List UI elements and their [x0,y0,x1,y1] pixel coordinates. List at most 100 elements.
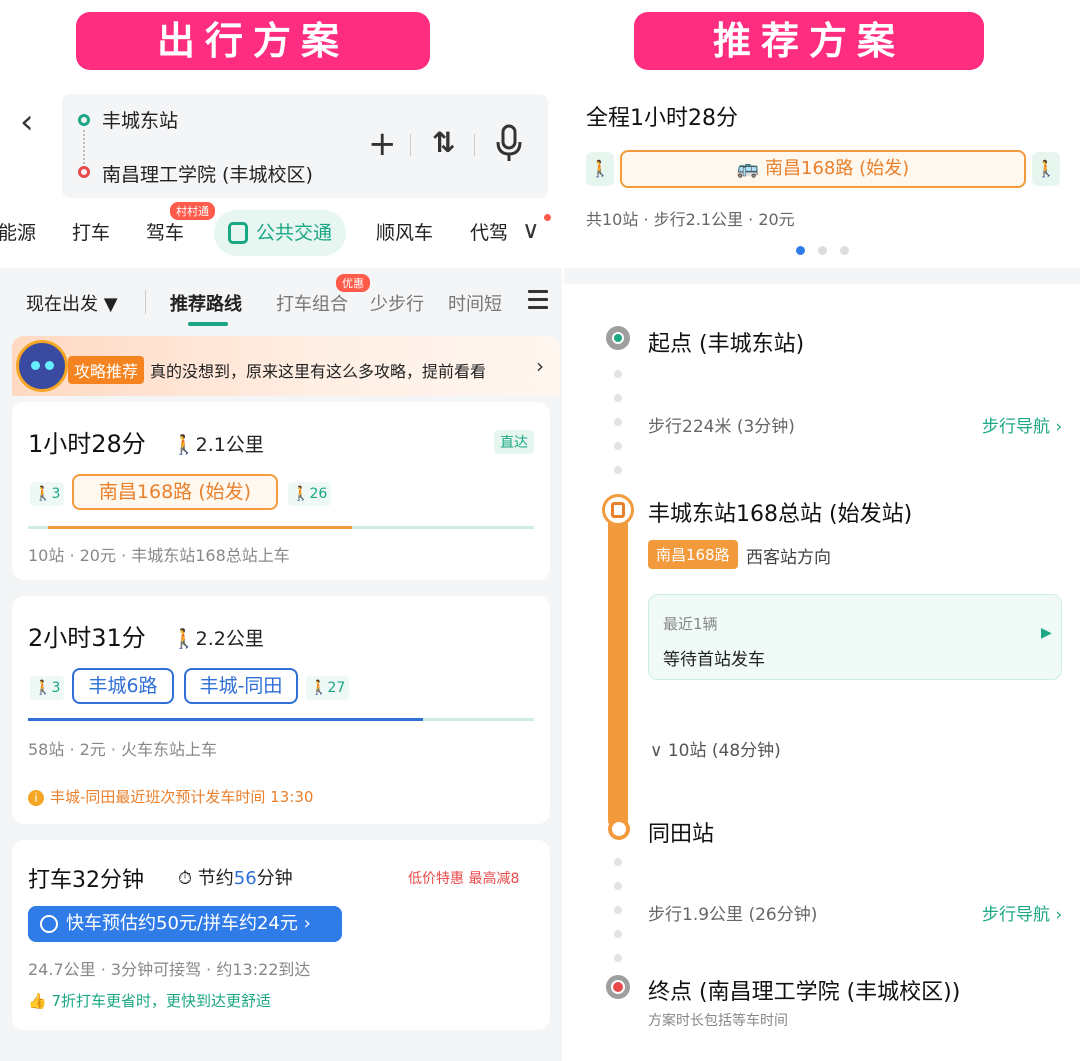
start-point: 起点 (丰城东站) [648,332,805,357]
bus-ride-bar [608,514,628,830]
notification-dot [544,214,551,221]
timeline-dot [614,930,622,938]
route-options-panel: 出行方案 ‹ 丰城东站 南昌理工学院 (丰城校区) + ⇅ 能源 打车 驾车 村… [0,0,562,1061]
tab-taxi[interactable]: 打车 [72,218,110,245]
taxi-tip: 👍 7折打车更省时，更快到达更舒适 [28,992,271,1010]
robot-mascot-icon [16,340,68,392]
divider [145,290,146,314]
walk-chip: 🚶3 [30,482,65,506]
direct-tag: 直达 [494,430,534,454]
guide-text: 真的没想到，原来这里有这么多攻略，提前看看 [150,362,487,381]
bus-line-bar[interactable]: 🚌 南昌168路 (始发) [620,150,1026,188]
route-connector [83,130,85,164]
divider [410,134,411,156]
timeline-dot [614,370,622,378]
destination-icon [606,975,630,999]
walk-icon: 🚶 [586,152,614,186]
info-icon: i [28,790,44,806]
taxi-meta: 24.7公里 · 3分钟可接驾 · 约13:22到达 [28,960,311,979]
alight-stop: 同田站 [648,822,715,847]
origin-field[interactable]: 丰城东站 [102,106,178,133]
route-summary: 共10站 · 步行2.1公里 · 20元 [586,210,795,229]
route-meta: 58站 · 2元 · 火车东站上车 [28,740,218,759]
bus-icon [228,222,248,244]
departure-notice: i 丰城-同田最近班次预计发车时间 13:30 [28,786,313,807]
tab-public-transit-label: 公共交通 [256,222,333,244]
total-duration: 全程1小时28分 [586,106,738,131]
swap-icon[interactable]: ⇅ [432,126,455,159]
origin-dot-icon [78,114,90,126]
bus-line-chip[interactable]: 丰城-同田 [184,668,298,704]
walk-segment: 步行1.9公里 (26分钟) [648,905,818,925]
filter-less-walking[interactable]: 少步行 [370,290,424,316]
line-direction: 西客站方向 [746,548,831,568]
chevron-right-icon: ▶ [1041,625,1052,641]
back-icon[interactable]: ‹ [20,102,34,142]
end-point: 终点 (南昌理工学院 (丰城校区)) [648,980,961,1005]
microphone-icon[interactable] [494,124,524,164]
timeline-dot [614,394,622,402]
route-duration: 2小时31分 [28,624,146,652]
line-badge: 南昌168路 [648,540,738,569]
timeline-dot [614,858,622,866]
boarding-stop: 丰城东站168总站 (始发站) [648,502,913,527]
route-card[interactable]: 2小时31分 🚶2.2公里 🚶3 丰城6路 丰城-同田 🚶27 58站 · 2元… [12,596,550,824]
banner-route-options: 出行方案 [76,12,430,70]
bus-line-chip[interactable]: 丰城6路 [72,668,174,704]
timeline-dot [614,882,622,890]
page-indicator[interactable] [840,246,849,255]
walk-chip: 🚶26 [288,482,332,506]
bus-line-chip[interactable]: 南昌168路 (始发) [72,474,278,510]
route-progress-bar [28,718,534,721]
next-bus-box[interactable]: 最近1辆 等待首站发车 ▶ [648,594,1062,680]
tab-new-energy[interactable]: 能源 [0,218,36,245]
guide-recommendation-strip[interactable]: 攻略推荐 真的没想到，原来这里有这么多攻略，提前看看 › [12,336,560,396]
duration-note: 方案时长包括等车时间 [648,1013,788,1029]
walk-navigation-link[interactable]: 步行导航 › [982,900,1062,925]
walk-chip: 🚶27 [306,676,350,700]
page-indicator-active[interactable] [796,246,805,255]
timeline-dot [614,442,622,450]
route-search-box[interactable]: 丰城东站 南昌理工学院 (丰城校区) + ⇅ [62,94,548,198]
filter-recommended[interactable]: 推荐路线 [170,290,242,316]
tab-designated-driver[interactable]: 代驾 [470,218,508,245]
route-walk-distance: 🚶2.1公里 [172,434,264,456]
bus-icon: 🚌 [736,158,765,179]
route-card[interactable]: 1小时28分 🚶2.1公里 直达 🚶3 南昌168路 (始发) 🚶26 10站 … [12,402,550,580]
walk-navigation-link[interactable]: 步行导航 › [982,412,1062,437]
promo-text: 低价特惠 最高减8 [408,871,520,887]
page-indicator[interactable] [818,246,827,255]
depart-time-select[interactable]: 现在出发 ▼ [26,290,118,316]
walk-segment: 步行224米 (3分钟) [648,417,795,437]
timeline-dot [614,906,622,914]
section-gap [564,268,1080,284]
filter-taxi-combo[interactable]: 打车组合 [276,290,348,316]
next-bus-status: 等待首站发车 [663,650,765,670]
taxi-estimate-button[interactable]: 快车预估约50元/拼车约24元 › [28,906,342,942]
route-duration: 1小时28分 [28,430,146,458]
divider [474,134,475,156]
destination-field[interactable]: 南昌理工学院 (丰城校区) [102,160,313,187]
discount-badge: 优惠 [336,274,370,292]
tab-public-transit[interactable]: 公共交通 [214,210,346,256]
route-progress-bar [28,526,534,529]
taxi-icon [40,915,58,933]
route-filter-bar: 现在出发 ▼ 推荐路线 打车组合 优惠 少步行 时间短 [0,268,562,332]
menu-icon[interactable] [528,290,548,314]
tab-driving[interactable]: 驾车 [146,218,184,245]
filter-shortest-time[interactable]: 时间短 [448,290,502,316]
route-meta: 10站 · 20元 · 丰城东站168总站上车 [28,546,290,565]
driving-badge: 村村通 [170,202,215,220]
stops-toggle[interactable]: ∨ 10站 (48分钟) [650,736,781,761]
destination-dot-icon [78,166,90,178]
active-filter-indicator [188,322,228,326]
walk-chip: 🚶3 [30,676,65,700]
timeline-dot [614,418,622,426]
taxi-card[interactable]: 打车32分钟 ⏱ 节约56分钟 低价特惠 最高减8 快车预估约50元/拼车约24… [12,840,550,1030]
add-stop-icon[interactable]: + [368,124,397,164]
route-progress-segment [28,718,423,721]
transport-mode-tabs: 能源 打车 驾车 村村通 公共交通 顺风车 代驾 ∨ [0,202,562,260]
timeline-dot [614,466,622,474]
chevron-down-icon[interactable]: ∨ [522,216,540,244]
tab-carpool[interactable]: 顺风车 [376,218,433,245]
